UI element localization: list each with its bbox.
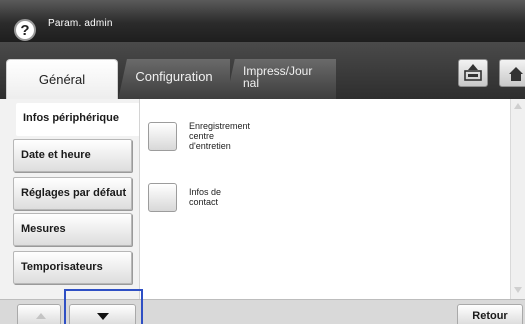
arrow-down-icon (97, 313, 109, 320)
home-button[interactable] (499, 59, 525, 87)
tab-print-log[interactable]: Impress/Jour nal (226, 59, 336, 100)
sidebar-item-measurements[interactable]: Mesures (13, 213, 132, 246)
tab-configuration[interactable]: Configuration (118, 59, 230, 100)
tab-print-log-label-line2: nal (243, 76, 260, 90)
title-bar: ? Param. admin (0, 0, 525, 42)
sidebar: Infos périphérique Date et heure Réglage… (0, 99, 140, 299)
label-line: Enregistrement (189, 121, 251, 131)
scroll-down-arrow-icon[interactable] (514, 287, 522, 293)
sidebar-item-date-time[interactable]: Date et heure (13, 139, 132, 172)
arrow-up-icon (36, 313, 46, 319)
tab-general[interactable]: Général (6, 59, 118, 100)
contact-info-button[interactable] (148, 183, 177, 212)
upload-tray-icon (464, 64, 482, 81)
contact-info-label: Infos de contact (189, 187, 221, 207)
tab-bar: Général Configuration Impress/Jour nal (0, 42, 525, 100)
sidebar-item-default-settings[interactable]: Réglages par défaut (13, 177, 132, 210)
service-center-registration-label: Enregistrement centre d'entretien (189, 121, 250, 151)
label-line: Infos de (189, 187, 222, 197)
label-line: centre (189, 131, 215, 141)
label-line: d'entretien (189, 141, 231, 151)
back-button[interactable]: Retour (457, 304, 523, 324)
help-button[interactable]: ? (14, 19, 36, 41)
scroll-up-arrow-icon[interactable] (514, 103, 522, 109)
home-icon (509, 67, 523, 81)
bottom-bar: Retour (0, 299, 525, 324)
page-title: Param. admin (48, 18, 113, 29)
sidebar-item-device-info[interactable]: Infos périphérique (16, 103, 140, 136)
scrollbar[interactable] (510, 99, 525, 299)
admin-settings-screen: ? Param. admin Général Configuration Imp… (0, 0, 525, 324)
content-panel: Enregistrement centre d'entretien Infos … (139, 99, 511, 299)
service-center-registration-button[interactable] (148, 122, 177, 151)
sidebar-item-timers[interactable]: Temporisateurs (13, 251, 132, 284)
upload-tray-button[interactable] (458, 59, 488, 87)
page-down-button[interactable] (69, 304, 136, 324)
label-line: contact (189, 197, 219, 207)
page-up-button[interactable] (17, 304, 61, 324)
